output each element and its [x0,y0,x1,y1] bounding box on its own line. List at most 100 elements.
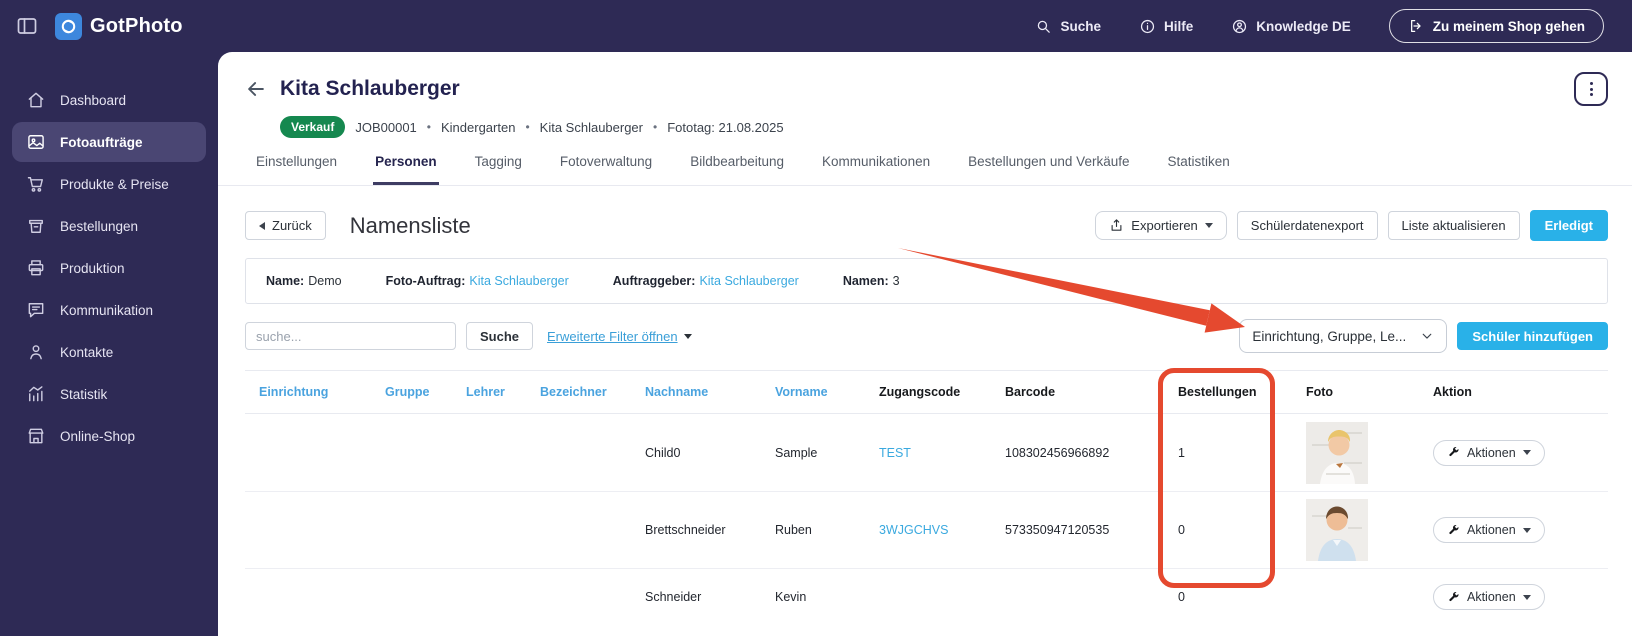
col-aktion: Aktion [1433,385,1472,399]
sidebar-item-produkte-preise[interactable]: Produkte & Preise [12,164,206,204]
job-tabs: Einstellungen Personen Tagging Fotoverwa… [218,154,1632,186]
knowledge-menu-item[interactable]: Knowledge DE [1231,18,1351,35]
student-photo[interactable] [1306,499,1368,561]
refresh-list-button[interactable]: Liste aktualisieren [1387,211,1520,240]
storefront-icon [28,428,44,444]
student-photo[interactable] [1306,421,1368,484]
wrench-icon [1449,591,1459,601]
name-value: Demo [308,274,342,288]
col-nachname[interactable]: Nachname [645,385,775,399]
sidebar-item-label: Dashboard [60,92,127,108]
cell-vorname: Kevin [775,590,807,604]
tab-einstellungen[interactable]: Einstellungen [254,154,339,185]
add-student-label: Schüler hinzufügen [1472,328,1593,344]
client-link[interactable]: Kita Schlauberger [699,274,798,288]
cell-barcode: 573350947120535 [1005,523,1110,537]
back-button-label: Zurück [272,218,312,233]
col-bezeichner[interactable]: Bezeichner [540,385,645,399]
search-menu-label: Suche [1060,18,1101,34]
cell-vorname: Sample [775,445,818,460]
external-shop-icon [1410,20,1421,32]
search-menu-item[interactable]: Suche [1035,18,1101,35]
table-row: Child0 Sample TEST 108302456966892 1 Akt… [245,414,1608,491]
back-arrow-icon[interactable] [245,78,267,100]
bullet: • [426,120,431,134]
sidebar-item-statistik[interactable]: Statistik [12,374,206,414]
go-to-shop-label: Zu meinem Shop gehen [1432,18,1585,34]
student-data-export-label: Schülerdatenexport [1250,218,1364,233]
search-input[interactable] [245,322,456,350]
names-count-label: Namen: [842,274,889,288]
sidebar-item-kommunikation[interactable]: Kommunikation [12,290,206,330]
tab-personen[interactable]: Personen [373,154,439,185]
col-barcode: Barcode [1005,385,1056,399]
wrench-icon [1449,446,1459,457]
cell-zugangscode-link[interactable]: 3WJGCHVS [879,523,1005,537]
help-menu-item[interactable]: Hilfe [1139,18,1193,35]
job-title: Kita Schlauberger [280,77,460,100]
student-data-export-button[interactable]: Schülerdatenexport [1236,211,1378,240]
sidebar-item-produktion[interactable]: Produktion [12,248,206,288]
sidebar-item-kontakte[interactable]: Kontakte [12,332,206,372]
names-count-value: 3 [892,274,900,288]
sidebar-item-dashboard[interactable]: Dashboard [12,80,206,120]
tab-kommunikationen[interactable]: Kommunikationen [820,154,932,185]
bullet: • [653,120,658,134]
gotphoto-logo[interactable]: GotPhoto [55,12,183,40]
kebab-menu-button[interactable] [1574,72,1608,106]
actions-button[interactable]: Aktionen [1433,584,1545,610]
advanced-filters-link[interactable]: Erweiterte Filter öffnen [547,329,692,344]
sidebar-item-label: Produktion [60,260,125,276]
advanced-filters-label: Erweiterte Filter öffnen [547,328,678,344]
cell-nachname: Brettschneider [645,523,726,537]
home-icon [28,92,44,108]
sidebar-item-fotoauftraege[interactable]: Fotoaufträge [12,122,206,162]
chevron-down-icon [1423,333,1432,339]
bullet: • [525,120,530,134]
person-icon [30,345,42,360]
done-button[interactable]: Erledigt [1529,210,1608,241]
column-filter-select[interactable]: Einrichtung, Gruppe, Le... [1239,319,1448,353]
col-bestellungen: Bestellungen [1178,385,1257,399]
actions-button[interactable]: Aktionen [1433,517,1545,543]
col-einrichtung[interactable]: Einrichtung [245,385,385,399]
search-button[interactable]: Suche [466,322,534,350]
cell-nachname: Schneider [645,590,702,604]
job-info-bar: Name: Demo Foto-Auftrag: Kita Schlauberger… [245,258,1608,304]
export-button-label: Exportieren [1131,218,1198,233]
tab-tagging[interactable]: Tagging [473,154,524,185]
topbar: GotPhoto Suche Hilfe Knowledge DE Zu mei… [0,0,1632,52]
go-to-shop-button[interactable]: Zu meinem Shop gehen [1388,9,1604,43]
tab-bildbearbeitung[interactable]: Bildbearbeitung [688,154,786,185]
sidebar-item-label: Produkte & Preise [60,176,169,192]
sidebar-item-bestellungen[interactable]: Bestellungen [12,206,206,246]
back-button[interactable]: Zurück [245,211,326,240]
triangle-left-icon [259,221,265,230]
sidebar-item-label: Bestellungen [60,218,139,234]
actions-button-label: Aktionen [1467,523,1516,537]
col-lehrer[interactable]: Lehrer [466,385,540,399]
name-label: Name: [266,274,305,288]
col-gruppe[interactable]: Gruppe [385,385,466,399]
sidebar-item-online-shop[interactable]: Online-Shop [12,416,206,456]
printer-icon [28,260,44,276]
done-button-label: Erledigt [1544,218,1593,233]
col-vorname[interactable]: Vorname [775,385,879,399]
job-id: JOB00001 [355,119,417,135]
sidebar-toggle-icon[interactable] [15,14,39,38]
add-student-button[interactable]: Schüler hinzufügen [1457,322,1608,350]
job-fototag: Fototag: 21.08.2025 [667,119,784,135]
actions-button[interactable]: Aktionen [1433,439,1545,466]
cell-bestellungen: 1 [1178,445,1185,460]
photo-job-link[interactable]: Kita Schlauberger [469,274,568,288]
caret-down-icon [1204,223,1213,228]
info-icon [1140,19,1155,33]
cell-bestellungen: 0 [1178,590,1185,604]
tab-statistiken[interactable]: Statistiken [1165,154,1231,185]
tab-bestellungen-verkaeufe[interactable]: Bestellungen und Verkäufe [966,154,1131,185]
status-badge: Verkauf [280,116,346,138]
cell-zugangscode-link[interactable]: TEST [879,446,1005,460]
tab-fotoverwaltung[interactable]: Fotoverwaltung [558,154,654,185]
names-table: Einrichtung Gruppe Lehrer Bezeichner Nac… [245,370,1608,625]
export-button[interactable]: Exportieren [1095,211,1227,240]
